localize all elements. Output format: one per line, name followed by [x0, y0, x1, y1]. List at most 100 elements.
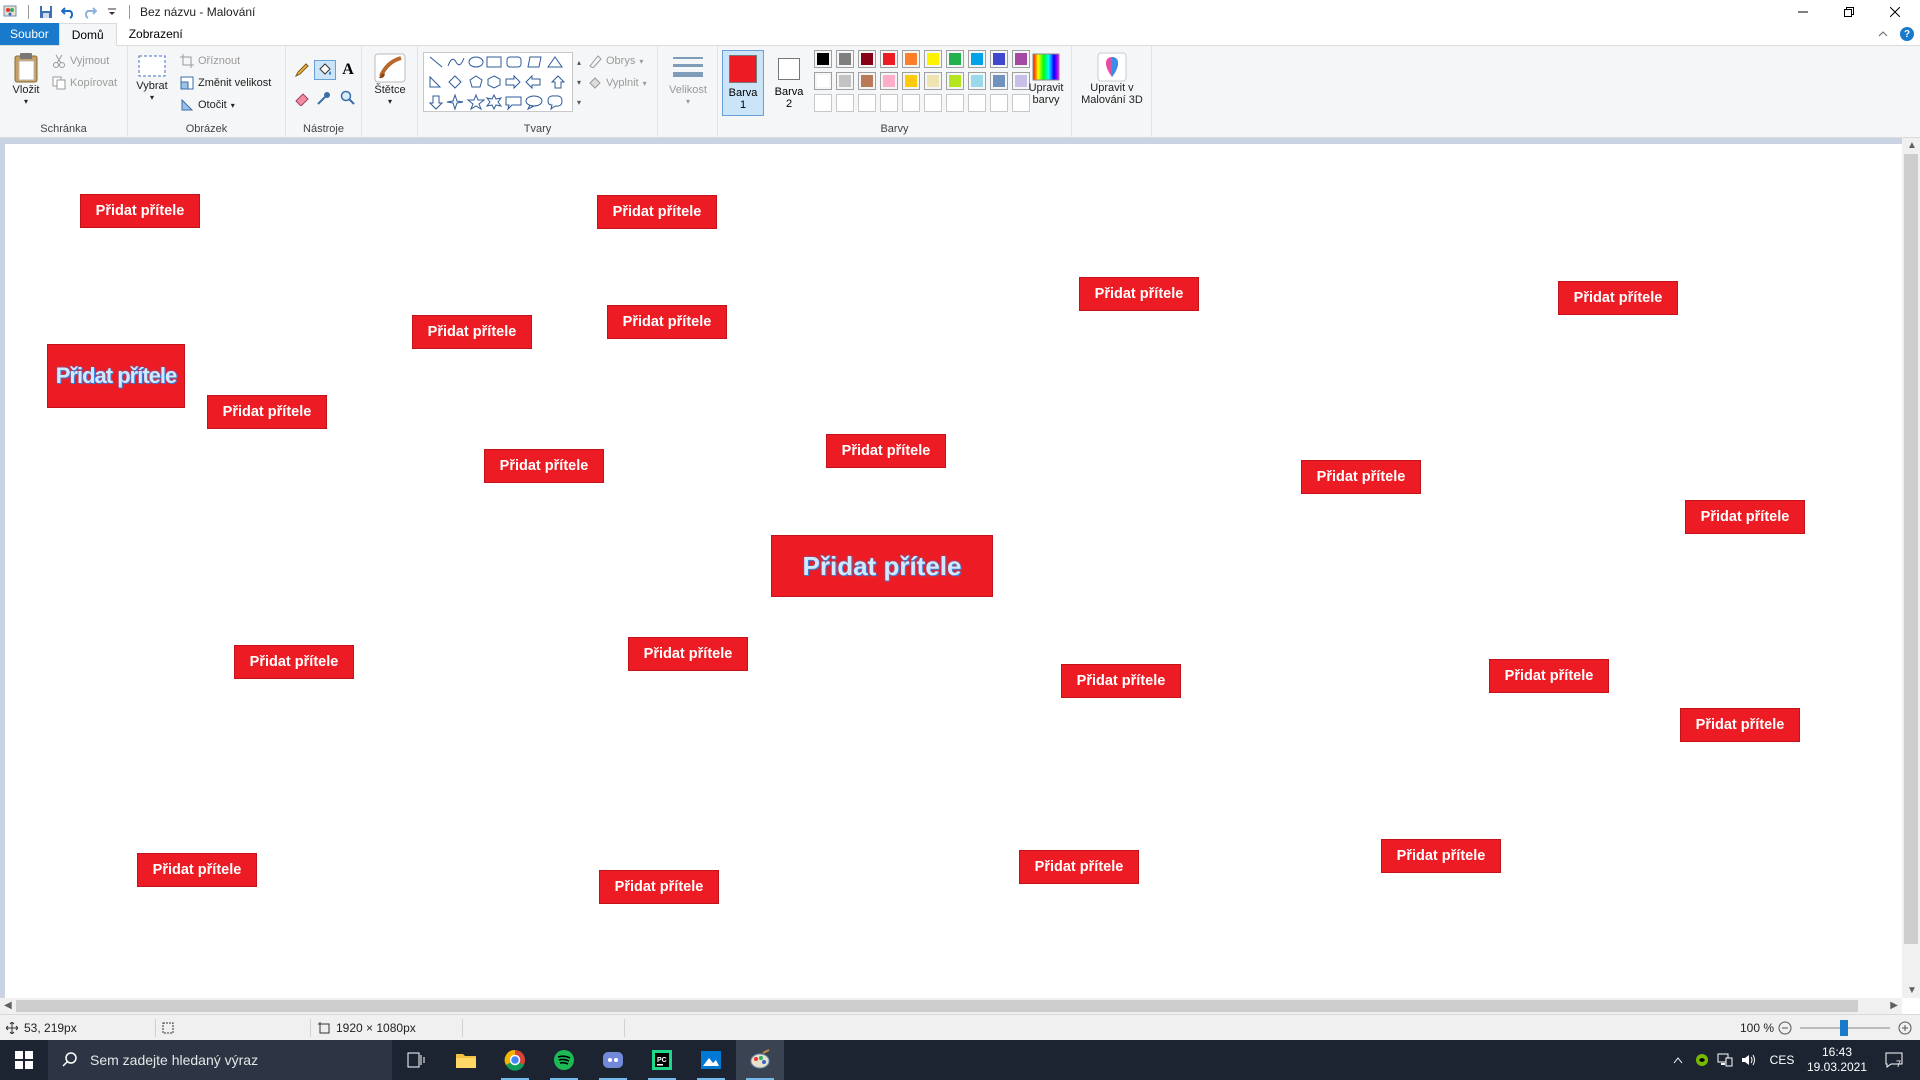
horizontal-scroll-thumb[interactable] — [16, 1000, 1858, 1012]
color1-swatch — [729, 55, 757, 83]
palette-color-swatch[interactable] — [814, 50, 832, 68]
palette-color-swatch[interactable] — [880, 94, 898, 112]
eraser-icon[interactable] — [292, 88, 312, 108]
file-explorer-icon[interactable] — [442, 1040, 490, 1080]
redo-icon[interactable] — [81, 3, 99, 21]
palette-color-swatch[interactable] — [814, 94, 832, 112]
palette-color-swatch[interactable] — [836, 72, 854, 90]
scroll-up-icon[interactable]: ▲ — [1907, 140, 1917, 151]
show-hidden-icons-icon[interactable] — [1668, 1040, 1688, 1080]
palette-color-swatch[interactable] — [836, 50, 854, 68]
discord-icon[interactable] — [589, 1040, 637, 1080]
palette-color-swatch[interactable] — [990, 72, 1008, 90]
color-picker-icon[interactable] — [314, 88, 334, 108]
chrome-icon[interactable] — [491, 1040, 539, 1080]
palette-color-swatch[interactable] — [902, 72, 920, 90]
nvidia-tray-icon[interactable] — [1692, 1040, 1712, 1080]
scroll-left-icon[interactable]: ◀ — [4, 1000, 12, 1011]
text-tool-icon[interactable]: A — [338, 60, 358, 80]
minimize-icon[interactable] — [1780, 0, 1826, 24]
task-view-icon[interactable] — [392, 1040, 440, 1080]
palette-color-swatch[interactable] — [902, 94, 920, 112]
volume-icon[interactable] — [1738, 1040, 1760, 1080]
add-friend-button-image: Přidat přítele — [826, 434, 946, 468]
paint3d-button[interactable]: Upravit v Malování 3D — [1074, 52, 1150, 106]
palette-color-swatch[interactable] — [924, 94, 942, 112]
size-button[interactable]: Velikost ▾ — [664, 54, 712, 108]
help-icon[interactable]: ? — [1900, 27, 1914, 41]
save-icon[interactable] — [37, 3, 55, 21]
cursor-position: 53, 219px — [6, 1015, 77, 1041]
palette-color-swatch[interactable] — [858, 94, 876, 112]
palette-color-swatch[interactable] — [968, 50, 986, 68]
palette-color-swatch[interactable] — [858, 50, 876, 68]
shapes-gallery[interactable] — [423, 52, 573, 112]
photos-icon[interactable] — [687, 1040, 735, 1080]
tab-home[interactable]: Domů — [58, 23, 117, 46]
notifications-icon[interactable]: 7 — [1876, 1040, 1912, 1080]
palette-color-swatch[interactable] — [924, 50, 942, 68]
magnifier-icon[interactable] — [338, 88, 358, 108]
palette-color-swatch[interactable] — [990, 50, 1008, 68]
palette-color-swatch[interactable] — [946, 94, 964, 112]
palette-color-swatch[interactable] — [924, 72, 942, 90]
vertical-scroll-thumb[interactable] — [1904, 154, 1918, 944]
tab-file[interactable]: Soubor — [0, 23, 59, 45]
palette-color-swatch[interactable] — [946, 50, 964, 68]
app-icon[interactable] — [2, 3, 20, 21]
select-button[interactable]: Vybrat ▾ — [134, 54, 170, 104]
paste-button[interactable]: Vložit ▾ — [6, 52, 46, 108]
outline-button[interactable]: Obrys ▾ — [588, 54, 643, 68]
pencil-icon[interactable] — [292, 60, 312, 80]
start-button[interactable] — [0, 1040, 48, 1080]
shapes-scroll[interactable]: ▴ ▾ ▾ — [574, 52, 584, 112]
palette-color-swatch[interactable] — [990, 94, 1008, 112]
close-icon[interactable] — [1872, 0, 1918, 24]
zoom-in-icon[interactable] — [1898, 1015, 1912, 1041]
scroll-right-icon[interactable]: ▶ — [1890, 1000, 1898, 1011]
paint-taskbar-icon[interactable] — [736, 1040, 784, 1080]
undo-icon[interactable] — [59, 3, 77, 21]
color2-button[interactable]: Barva 2 — [768, 50, 810, 116]
collapse-ribbon-icon[interactable] — [1878, 28, 1888, 42]
restore-icon[interactable] — [1826, 0, 1872, 24]
palette-color-fill — [993, 75, 1005, 87]
brushes-button[interactable]: Štětce ▾ — [368, 52, 412, 108]
palette-color-fill — [905, 75, 917, 87]
crop-button[interactable]: Oříznout — [180, 54, 240, 68]
palette-color-swatch[interactable] — [968, 94, 986, 112]
horizontal-scrollbar[interactable]: ◀ ▶ — [0, 998, 1902, 1014]
palette-color-swatch[interactable] — [814, 72, 832, 90]
tab-view[interactable]: Zobrazení — [117, 23, 195, 45]
palette-color-swatch[interactable] — [880, 50, 898, 68]
palette-color-swatch[interactable] — [880, 72, 898, 90]
zoom-out-icon[interactable] — [1778, 1015, 1792, 1041]
add-friend-button-image: Přidat přítele — [207, 395, 327, 429]
network-icon[interactable] — [1714, 1040, 1736, 1080]
palette-color-swatch[interactable] — [858, 72, 876, 90]
rotate-button[interactable]: Otočit ▾ — [180, 98, 235, 112]
palette-color-swatch[interactable] — [902, 50, 920, 68]
color1-button[interactable]: Barva 1 — [722, 50, 764, 116]
customize-dropdown-icon[interactable] — [103, 3, 121, 21]
spotify-icon[interactable] — [540, 1040, 588, 1080]
clock[interactable]: 16:43 19.03.2021 — [1802, 1040, 1872, 1080]
zoom-slider-thumb[interactable] — [1840, 1020, 1848, 1036]
vertical-scrollbar[interactable]: ▲ ▼ — [1902, 138, 1920, 998]
cut-button[interactable]: Vyjmout — [52, 54, 109, 68]
palette-color-swatch[interactable] — [836, 94, 854, 112]
edit-colors-button[interactable]: Upravit barvy — [1024, 52, 1068, 106]
scroll-down-icon[interactable]: ▼ — [1907, 985, 1917, 996]
fill-bucket-icon[interactable] — [314, 60, 336, 80]
language-indicator[interactable]: CES — [1764, 1040, 1800, 1080]
drawing-canvas[interactable]: Přidat přítele Přidat přítele Přidat pří… — [5, 144, 1902, 998]
taskbar-search[interactable]: Sem zadejte hledaný výraz — [48, 1040, 392, 1080]
resize-button[interactable]: Změnit velikost — [180, 76, 271, 90]
copy-button[interactable]: Kopírovat — [52, 76, 117, 90]
pycharm-icon[interactable]: PC — [638, 1040, 686, 1080]
palette-color-swatch[interactable] — [946, 72, 964, 90]
shapes-group-label: Tvary — [523, 123, 552, 135]
fill-button[interactable]: Vyplnit ▾ — [588, 76, 647, 90]
palette-color-swatch[interactable] — [968, 72, 986, 90]
crop-icon — [180, 54, 194, 68]
